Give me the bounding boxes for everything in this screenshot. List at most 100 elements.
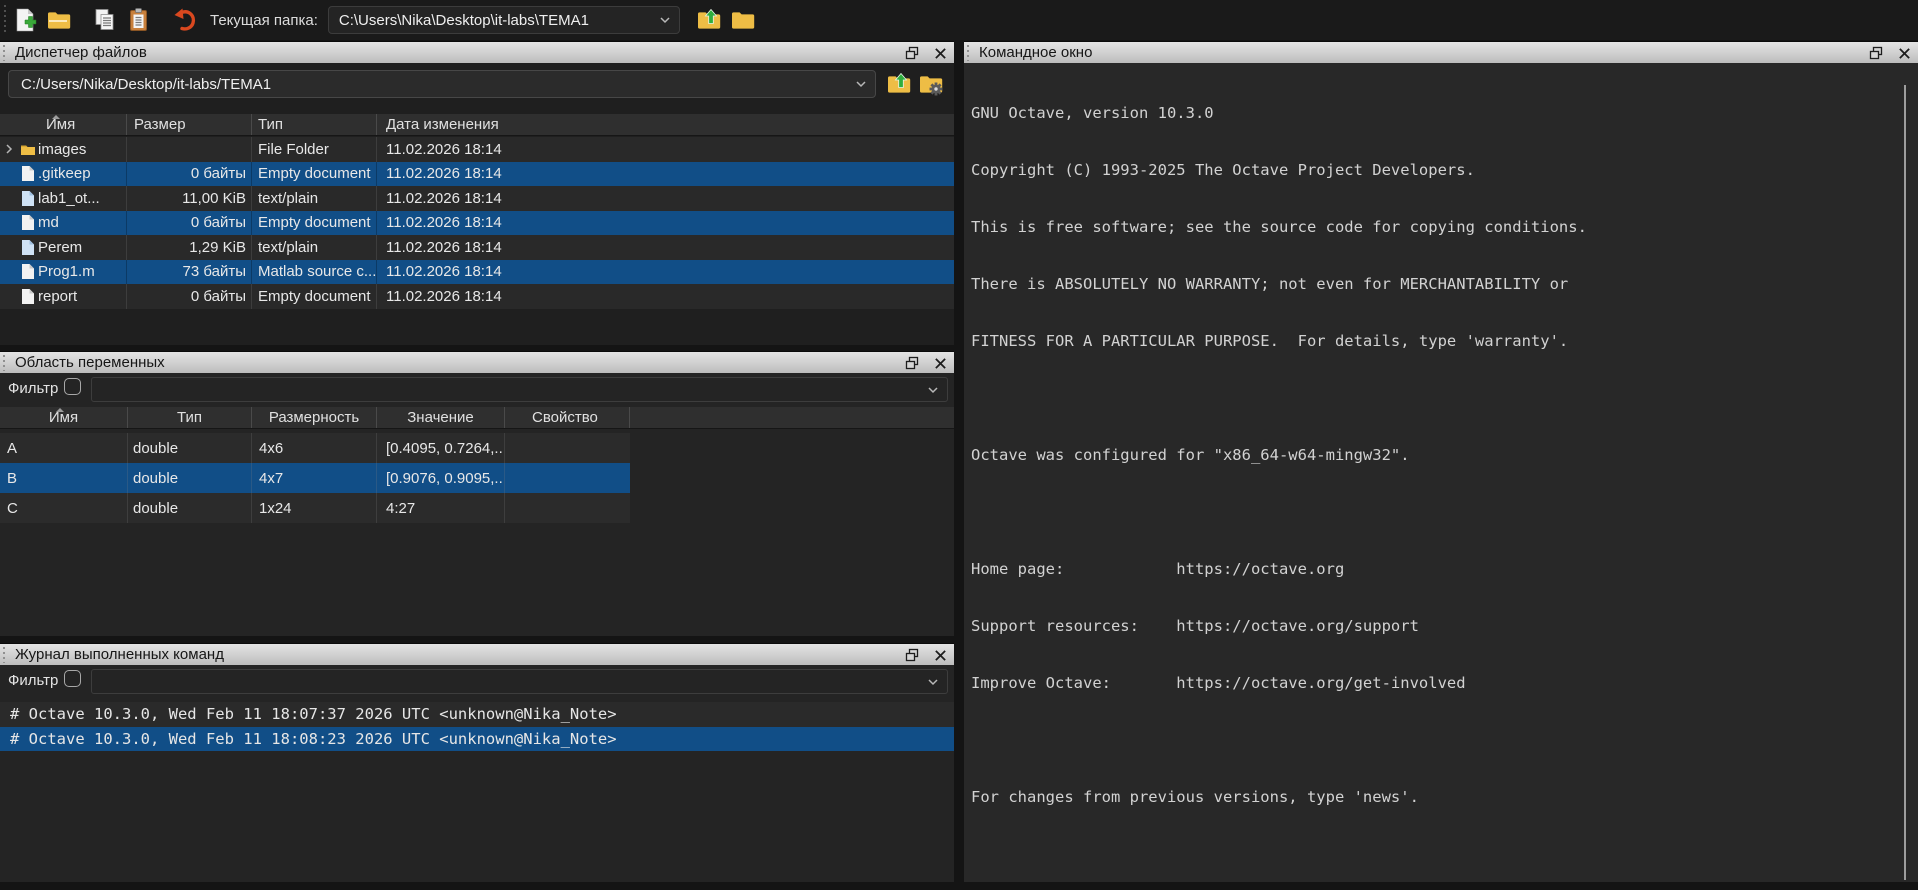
file-icon bbox=[17, 288, 38, 305]
filter-combobox[interactable] bbox=[91, 669, 948, 694]
workspace-table: A double 4x6 [0.4095, 0.7264,... B doubl… bbox=[0, 433, 630, 523]
vertical-scrollbar[interactable] bbox=[1904, 85, 1906, 880]
command-history-panel: Журнал выполненных команд Фильтр # Octav… bbox=[0, 643, 954, 882]
copy-icon bbox=[92, 7, 118, 33]
filter-combobox[interactable] bbox=[91, 377, 948, 402]
column-header-attr[interactable]: Свойство bbox=[505, 407, 630, 428]
file-row-md[interactable]: md 0 байты Empty document 11.02.2026 18:… bbox=[0, 211, 954, 236]
file-browser-pathrow: C:/Users/Nika/Desktop/it-labs/TEMA1 bbox=[0, 63, 954, 107]
workspace-panel: Область переменных Фильтр Имя Тип Размер… bbox=[0, 351, 954, 636]
file-row-prog1[interactable]: Prog1.m 73 байты Matlab source c... 11.0… bbox=[0, 260, 954, 285]
current-folder-label: Текущая папка: bbox=[210, 12, 318, 29]
close-button[interactable] bbox=[932, 647, 948, 663]
variable-row-A[interactable]: A double 4x6 [0.4095, 0.7264,... bbox=[0, 433, 630, 463]
workspace-titlebar[interactable]: Область переменных bbox=[0, 351, 954, 373]
undock-icon bbox=[905, 648, 919, 662]
file-table-header: Имя Размер Тип Дата изменения bbox=[0, 114, 954, 136]
folder-icon bbox=[730, 7, 756, 33]
close-button[interactable] bbox=[1896, 45, 1912, 61]
column-header-type[interactable]: Тип bbox=[252, 114, 377, 135]
close-icon bbox=[1898, 47, 1911, 60]
text-file-icon bbox=[17, 239, 38, 256]
variable-row-B[interactable]: B double 4x7 [0.9076, 0.9095,... bbox=[0, 463, 630, 493]
undo-icon bbox=[172, 7, 198, 33]
browser-path-combobox[interactable]: C:/Users/Nika/Desktop/it-labs/TEMA1 bbox=[8, 70, 876, 98]
history-filterrow: Фильтр bbox=[0, 665, 954, 699]
open-folder-icon bbox=[46, 7, 72, 33]
text-file-icon bbox=[17, 190, 38, 207]
column-header-size[interactable]: Размер bbox=[127, 114, 252, 135]
file-row-gitkeep[interactable]: .gitkeep 0 байты Empty document 11.02.20… bbox=[0, 162, 954, 187]
file-row-lab1[interactable]: lab1_ot... 11,00 KiB text/plain 11.02.20… bbox=[0, 186, 954, 211]
undock-button[interactable] bbox=[904, 355, 920, 371]
current-folder-combobox[interactable]: C:\Users\Nika\Desktop\it-labs\TEMA1 bbox=[328, 6, 680, 34]
chevron-down-icon bbox=[855, 80, 867, 88]
folder-up-button[interactable] bbox=[692, 4, 726, 36]
filter-checkbox[interactable] bbox=[64, 670, 81, 687]
close-icon bbox=[934, 649, 947, 662]
copy-button[interactable] bbox=[88, 4, 122, 36]
new-script-button[interactable] bbox=[8, 4, 42, 36]
column-header-type[interactable]: Тип bbox=[128, 407, 252, 428]
one-directory-up-button[interactable] bbox=[884, 69, 914, 99]
folder-up-icon bbox=[696, 7, 722, 33]
browser-path-value: C:/Users/Nika/Desktop/it-labs/TEMA1 bbox=[21, 76, 271, 93]
panel-drag-handle[interactable] bbox=[1, 647, 7, 663]
undo-button[interactable] bbox=[168, 4, 202, 36]
chevron-down-icon bbox=[927, 678, 939, 686]
close-icon bbox=[934, 47, 947, 60]
file-row-perem[interactable]: Perem 1,29 KiB text/plain 11.02.2026 18:… bbox=[0, 235, 954, 260]
octave-main-window: Текущая папка: C:\Users\Nika\Desktop\it-… bbox=[0, 0, 1918, 890]
column-header-date[interactable]: Дата изменения bbox=[377, 114, 954, 135]
panel-drag-handle[interactable] bbox=[1, 45, 7, 61]
panel-title: Область переменных bbox=[15, 354, 165, 371]
folder-up-icon bbox=[886, 71, 912, 97]
current-folder-value: C:\Users\Nika\Desktop\it-labs\TEMA1 bbox=[339, 12, 589, 29]
paste-icon bbox=[126, 7, 152, 33]
history-entry[interactable]: # Octave 10.3.0, Wed Feb 11 18:08:23 202… bbox=[0, 727, 954, 752]
file-browser-titlebar[interactable]: Диспетчер файлов bbox=[0, 41, 954, 63]
file-icon bbox=[17, 214, 38, 231]
panel-title: Журнал выполненных команд bbox=[15, 646, 224, 663]
undock-button[interactable] bbox=[1868, 45, 1884, 61]
chevron-down-icon bbox=[927, 386, 939, 394]
filter-label: Фильтр bbox=[8, 672, 58, 689]
file-table: images File Folder 11.02.2026 18:14 .git… bbox=[0, 137, 954, 309]
browse-folder-button[interactable] bbox=[726, 4, 760, 36]
main-toolbar: Текущая папка: C:\Users\Nika\Desktop\it-… bbox=[0, 0, 1918, 40]
sort-indicator bbox=[52, 115, 60, 119]
panel-drag-handle[interactable] bbox=[1, 355, 7, 371]
panel-title: Командное окно bbox=[979, 44, 1092, 61]
command-window-panel: Командное окно GNU Octave, version 10.3.… bbox=[964, 41, 1918, 882]
folder-gear-icon bbox=[918, 71, 944, 97]
column-header-name[interactable]: Имя bbox=[0, 114, 127, 135]
command-window-titlebar[interactable]: Командное окно bbox=[964, 41, 1918, 63]
file-row-images[interactable]: images File Folder 11.02.2026 18:14 bbox=[0, 137, 954, 162]
undock-button[interactable] bbox=[904, 45, 920, 61]
folder-actions-button[interactable] bbox=[916, 69, 946, 99]
column-header-name[interactable]: Имя bbox=[0, 407, 128, 428]
undock-icon bbox=[1869, 46, 1883, 60]
close-button[interactable] bbox=[932, 45, 948, 61]
filter-label: Фильтр bbox=[8, 380, 58, 397]
expander-icon[interactable] bbox=[0, 143, 17, 155]
undock-icon bbox=[905, 46, 919, 60]
open-file-button[interactable] bbox=[42, 4, 76, 36]
workspace-filterrow: Фильтр bbox=[0, 373, 954, 407]
paste-button[interactable] bbox=[122, 4, 156, 36]
file-row-report[interactable]: report 0 байты Empty document 11.02.2026… bbox=[0, 284, 954, 309]
column-header-value[interactable]: Значение bbox=[377, 407, 505, 428]
filter-checkbox[interactable] bbox=[64, 378, 81, 395]
undock-button[interactable] bbox=[904, 647, 920, 663]
history-list: # Octave 10.3.0, Wed Feb 11 18:07:37 202… bbox=[0, 702, 954, 751]
history-titlebar[interactable]: Журнал выполненных команд bbox=[0, 643, 954, 665]
panel-drag-handle[interactable] bbox=[965, 45, 971, 61]
workspace-table-header: Имя Тип Размерность Значение Свойство bbox=[0, 407, 954, 429]
column-header-dims[interactable]: Размерность bbox=[252, 407, 377, 428]
file-icon bbox=[17, 165, 38, 182]
close-button[interactable] bbox=[932, 355, 948, 371]
new-script-icon bbox=[12, 7, 38, 33]
command-window-output[interactable]: GNU Octave, version 10.3.0 Copyright (C)… bbox=[971, 66, 1587, 890]
history-entry[interactable]: # Octave 10.3.0, Wed Feb 11 18:07:37 202… bbox=[0, 702, 954, 727]
variable-row-C[interactable]: C double 1x24 4:27 bbox=[0, 493, 630, 523]
